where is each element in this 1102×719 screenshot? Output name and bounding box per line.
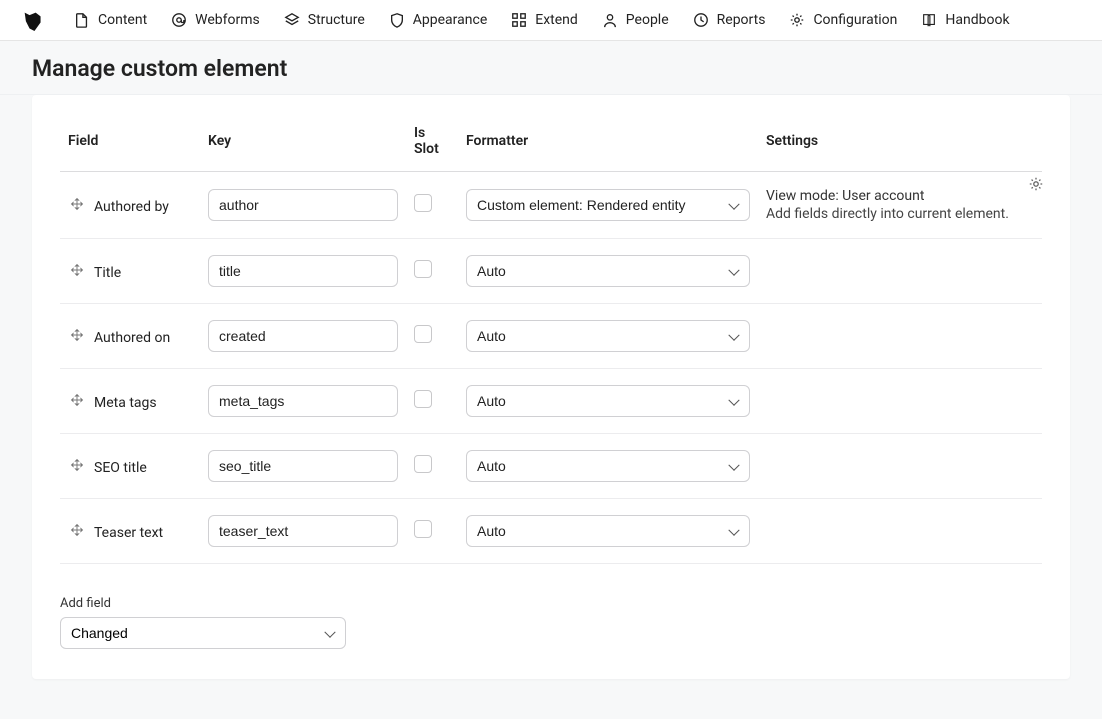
th-key: Key: [200, 111, 406, 172]
drag-handle-icon[interactable]: [68, 456, 86, 474]
nav-reports[interactable]: Reports: [681, 4, 778, 36]
is-slot-checkbox[interactable]: [414, 455, 432, 473]
formatter-select[interactable]: Auto: [466, 450, 750, 482]
field-label: Meta tags: [94, 395, 157, 411]
nav-structure[interactable]: Structure: [272, 4, 377, 36]
nav-label: Webforms: [195, 12, 260, 28]
formatter-select[interactable]: Custom element: Rendered entity: [466, 189, 750, 221]
nav-people[interactable]: People: [590, 4, 681, 36]
nav-label: Configuration: [813, 12, 897, 28]
field-label: Authored by: [94, 199, 169, 215]
drag-handle-icon[interactable]: [68, 261, 86, 279]
book-icon: [921, 12, 937, 28]
nav-label: Appearance: [413, 12, 487, 28]
th-settings: Settings: [758, 111, 1042, 172]
user-icon: [602, 12, 618, 28]
file-icon: [74, 12, 90, 28]
clock-icon: [693, 12, 709, 28]
table-row: Meta tags Auto: [60, 369, 1042, 434]
field-label: Title: [94, 265, 121, 281]
formatter-select[interactable]: Auto: [466, 515, 750, 547]
key-input[interactable]: [208, 189, 398, 221]
add-field-select[interactable]: Changed: [60, 617, 346, 649]
drag-handle-icon[interactable]: [68, 391, 86, 409]
logo-icon[interactable]: [20, 8, 44, 32]
nav-configuration[interactable]: Configuration: [777, 4, 909, 36]
nav-label: Extend: [535, 12, 578, 28]
th-formatter: Formatter: [458, 111, 758, 172]
nav-appearance[interactable]: Appearance: [377, 4, 499, 36]
gear-icon: [789, 12, 805, 28]
is-slot-checkbox[interactable]: [414, 390, 432, 408]
table-row: Authored by Custom element: Rendered enti…: [60, 172, 1042, 239]
field-label: Teaser text: [94, 525, 163, 541]
is-slot-checkbox[interactable]: [414, 520, 432, 538]
add-field-label: Add field: [60, 596, 1042, 611]
is-slot-checkbox[interactable]: [414, 325, 432, 343]
table-row: SEO title Auto: [60, 434, 1042, 499]
nav-label: People: [626, 12, 669, 28]
nav-extend[interactable]: Extend: [499, 4, 590, 36]
layers-icon: [284, 12, 300, 28]
field-label: SEO title: [94, 460, 147, 476]
formatter-select[interactable]: Auto: [466, 385, 750, 417]
nav-content[interactable]: Content: [62, 4, 159, 36]
shield-icon: [389, 12, 405, 28]
settings-line2: Add fields directly into current element…: [766, 206, 1034, 222]
nav-label: Handbook: [945, 12, 1009, 28]
page-title: Manage custom element: [32, 55, 1070, 82]
nav-webforms[interactable]: Webforms: [159, 4, 272, 36]
drag-handle-icon[interactable]: [68, 195, 86, 213]
drag-handle-icon[interactable]: [68, 326, 86, 344]
nav-label: Content: [98, 12, 147, 28]
field-label: Authored on: [94, 330, 170, 346]
grid-icon: [511, 12, 527, 28]
is-slot-checkbox[interactable]: [414, 194, 432, 212]
field-table: Field Key Is Slot Formatter Settings Aut…: [60, 111, 1042, 564]
settings-line1: View mode: User account: [766, 188, 1034, 204]
drag-handle-icon[interactable]: [68, 521, 86, 539]
formatter-select[interactable]: Auto: [466, 255, 750, 287]
table-row: Title Auto: [60, 239, 1042, 304]
nav-handbook[interactable]: Handbook: [909, 4, 1021, 36]
at-icon: [171, 12, 187, 28]
is-slot-checkbox[interactable]: [414, 260, 432, 278]
key-input[interactable]: [208, 385, 398, 417]
table-row: Teaser text Auto: [60, 499, 1042, 564]
settings-gear-icon[interactable]: [1026, 174, 1046, 194]
key-input[interactable]: [208, 450, 398, 482]
th-slot: Is Slot: [406, 111, 458, 172]
formatter-select[interactable]: Auto: [466, 320, 750, 352]
top-nav: Content Webforms Structure Appearance Extend…: [0, 0, 1102, 41]
content-wrap: Show row weights Field Key Is Slot Forma…: [0, 95, 1102, 719]
nav-label: Reports: [717, 12, 766, 28]
nav-label: Structure: [308, 12, 365, 28]
table-row: Authored on Auto: [60, 304, 1042, 369]
panel: Show row weights Field Key Is Slot Forma…: [32, 95, 1070, 679]
key-input[interactable]: [208, 255, 398, 287]
show-row-weights[interactable]: Show row weights: [60, 95, 1042, 105]
page-header: Manage custom element: [0, 41, 1102, 95]
th-field: Field: [60, 111, 200, 172]
key-input[interactable]: [208, 320, 398, 352]
add-field-block: Add field Changed: [60, 596, 1042, 649]
key-input[interactable]: [208, 515, 398, 547]
